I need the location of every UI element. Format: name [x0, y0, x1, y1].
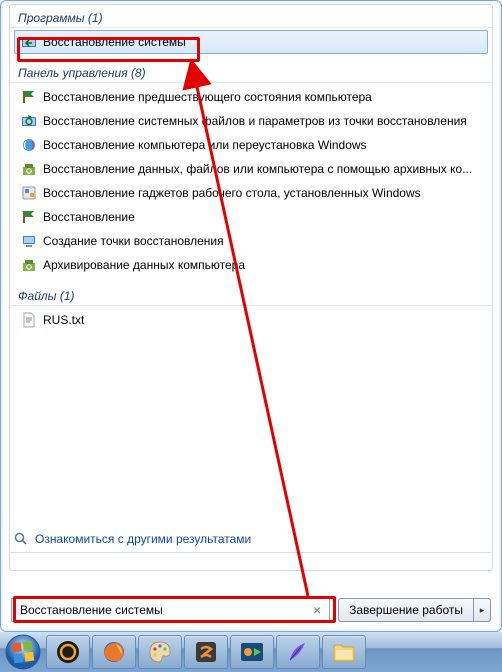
- palette-icon: [147, 639, 173, 665]
- clear-search-button[interactable]: ×: [309, 602, 325, 618]
- divider: [11, 552, 491, 553]
- see-more-label: Ознакомиться с другими результатами: [35, 532, 251, 546]
- restore-icon: [21, 113, 37, 129]
- result-restore-system-files[interactable]: Восстановление системных файлов и параме…: [14, 109, 488, 133]
- result-create-restore-point[interactable]: Создание точки восстановления: [14, 229, 488, 253]
- txt-icon: [21, 312, 37, 328]
- result-label: Восстановление: [43, 210, 135, 224]
- see-more-results-link[interactable]: Ознакомиться с другими результатами: [13, 531, 251, 547]
- flag-icon: [21, 89, 37, 105]
- folder-icon: [331, 639, 357, 665]
- result-label: Восстановление гаджетов рабочего стола, …: [43, 186, 421, 200]
- programs-list: Восстановление системы: [10, 28, 492, 60]
- result-restore-or-reinstall[interactable]: Восстановление компьютера или переустано…: [14, 133, 488, 157]
- result-recovery[interactable]: Восстановление: [14, 205, 488, 229]
- result-backup-data[interactable]: Архивирование данных компьютера: [14, 253, 488, 277]
- backup-icon: [21, 161, 37, 177]
- restore-icon: [21, 34, 37, 50]
- taskbar-app-sublime[interactable]: [184, 635, 228, 669]
- aimp-icon: [55, 639, 81, 665]
- result-label: Восстановление компьютера или переустано…: [43, 138, 367, 152]
- section-programs-header: Программы (1): [10, 5, 492, 28]
- firefox-icon: [101, 639, 127, 665]
- search-input[interactable]: [18, 599, 309, 621]
- result-label: Восстановление данных, файлов или компью…: [43, 162, 472, 176]
- taskbar-app-paint[interactable]: [138, 635, 182, 669]
- result-label: Восстановление системы: [43, 35, 186, 49]
- feather-icon: [285, 639, 311, 665]
- shutdown-button[interactable]: Завершение работы: [338, 598, 473, 622]
- backup-icon: [21, 257, 37, 273]
- result-restore-gadgets[interactable]: Восстановление гаджетов рабочего стола, …: [14, 181, 488, 205]
- search-row: × Завершение работы ▸: [11, 598, 491, 622]
- system-icon: [21, 233, 37, 249]
- control-panel-list: Восстановление предшествующего состояния…: [10, 83, 492, 283]
- taskbar-app-feather[interactable]: [276, 635, 320, 669]
- result-label: Восстановление системных файлов и параме…: [43, 114, 467, 128]
- section-control-panel-header: Панель управления (8): [10, 60, 492, 83]
- taskbar-app-aimp[interactable]: [46, 635, 90, 669]
- start-button[interactable]: [2, 632, 44, 672]
- result-label: Восстановление предшествующего состояния…: [43, 90, 372, 104]
- shutdown-group: Завершение работы ▸: [338, 598, 491, 622]
- search-box: ×: [11, 598, 330, 622]
- shutdown-options-arrow[interactable]: ▸: [473, 598, 491, 622]
- restore-icon: [21, 137, 37, 153]
- search-icon: [13, 531, 29, 547]
- result-system-restore[interactable]: Восстановление системы: [14, 30, 488, 54]
- result-label: Создание точки восстановления: [43, 234, 224, 248]
- result-file-rus-txt[interactable]: RUS.txt: [14, 308, 488, 332]
- result-label: Архивирование данных компьютера: [43, 258, 245, 272]
- taskbar-app-explorer[interactable]: [322, 635, 366, 669]
- gadget-icon: [21, 185, 37, 201]
- section-files-header: Файлы (1): [10, 283, 492, 306]
- sublime-icon: [193, 639, 219, 665]
- files-list: RUS.txt: [10, 306, 492, 338]
- taskbar: [0, 632, 502, 672]
- start-menu-panel: Программы (1) Восстановление системы Пан…: [0, 0, 502, 632]
- results-pane: Программы (1) Восстановление системы Пан…: [9, 4, 493, 571]
- taskbar-app-firefox[interactable]: [92, 635, 136, 669]
- taskbar-app-media[interactable]: [230, 635, 274, 669]
- media-icon: [239, 639, 265, 665]
- result-restore-previous-state[interactable]: Восстановление предшествующего состояния…: [14, 85, 488, 109]
- flag-icon: [21, 209, 37, 225]
- result-label: RUS.txt: [43, 313, 84, 327]
- result-restore-from-backup[interactable]: Восстановление данных, файлов или компью…: [14, 157, 488, 181]
